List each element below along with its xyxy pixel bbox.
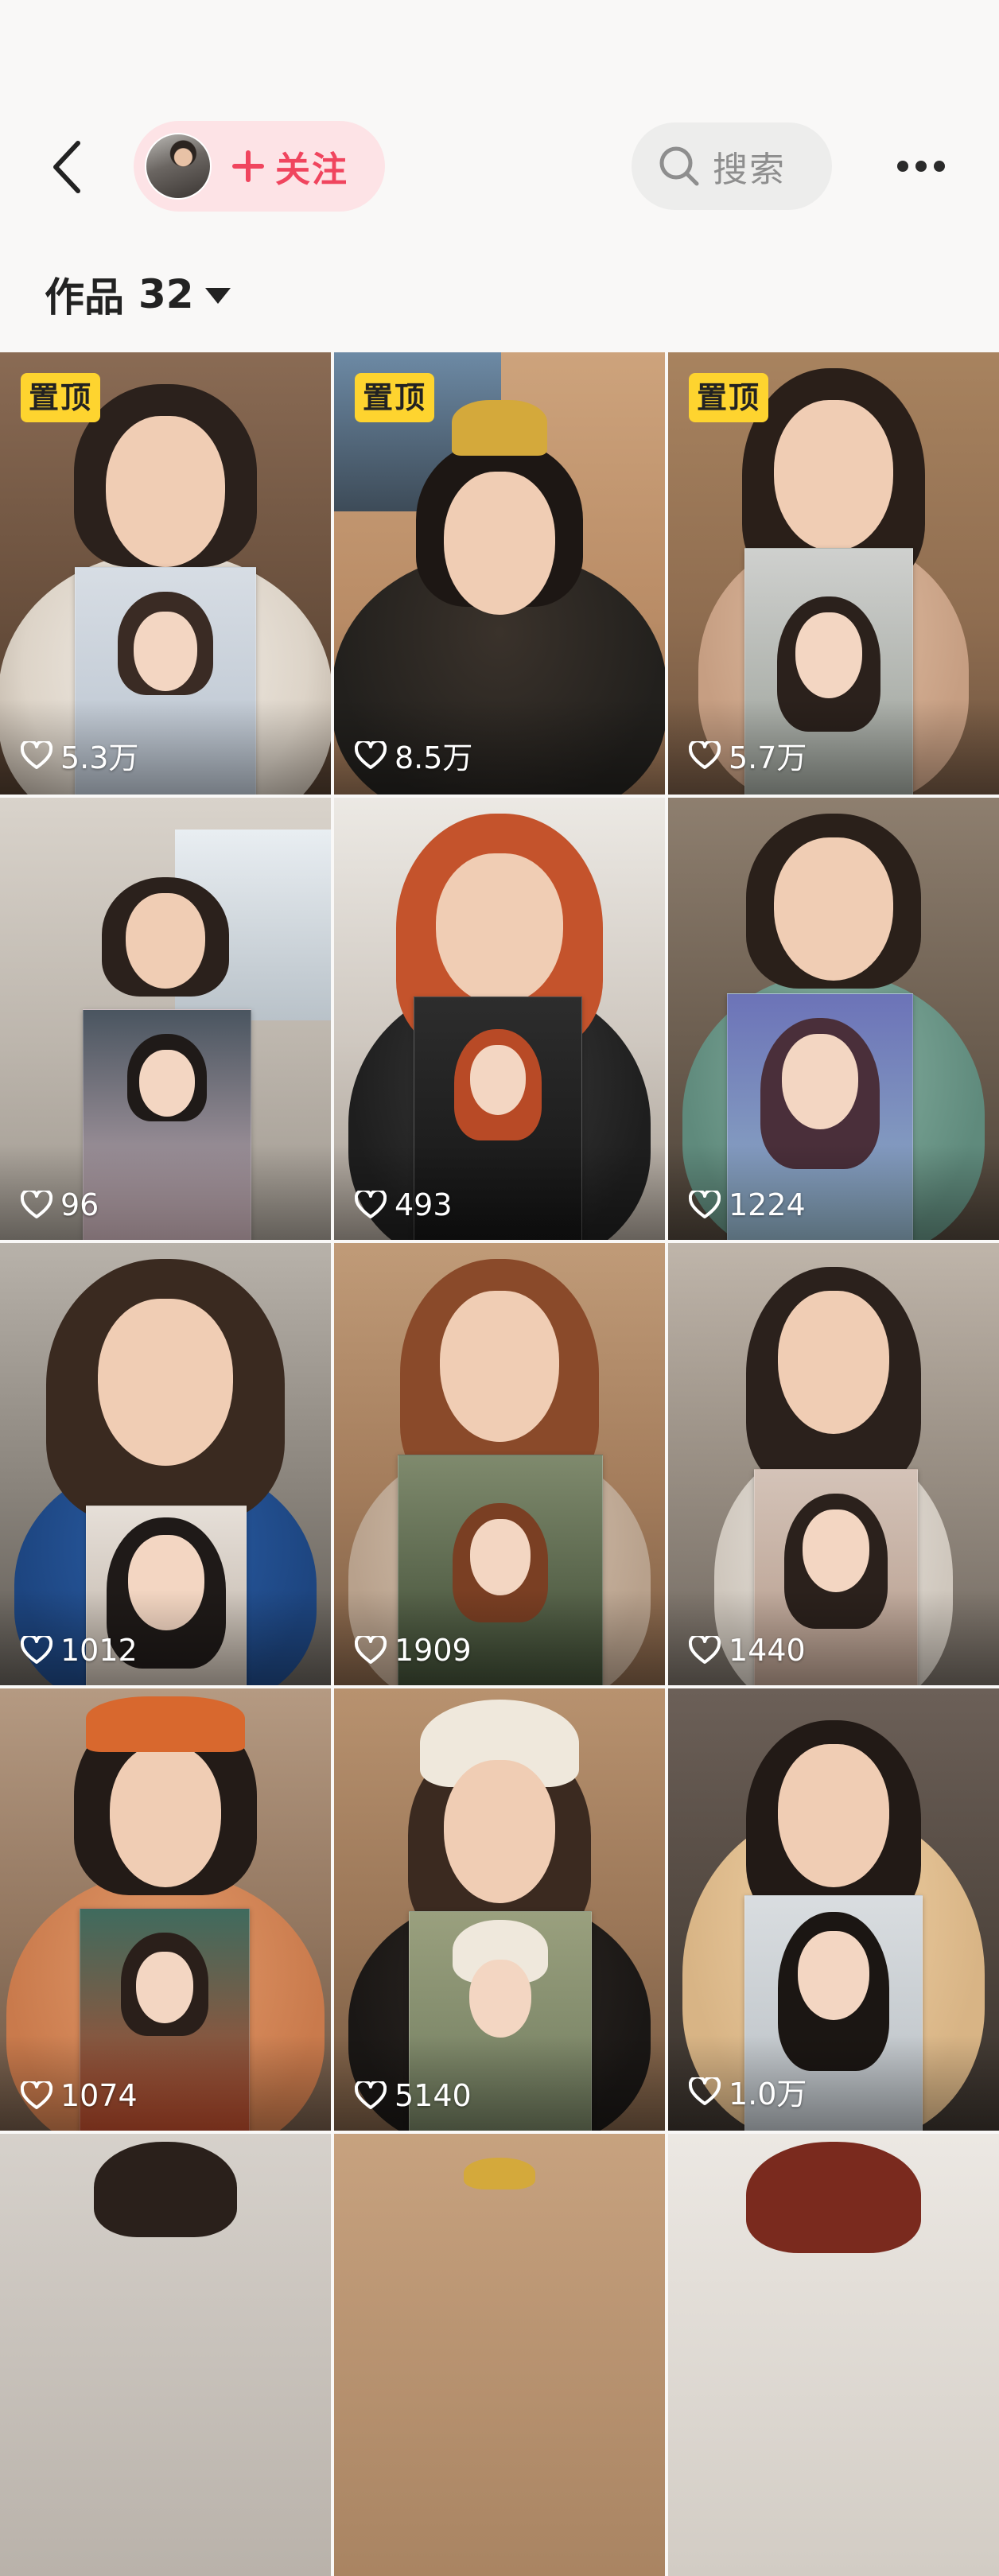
more-horizontal-icon [934,161,945,172]
video-tile[interactable]: 1909 [334,1243,665,1685]
avatar[interactable] [145,133,212,200]
chevron-left-icon [53,141,80,193]
search-icon [659,146,699,186]
like-count: 5.3万 [21,733,138,777]
like-count-label: 8.5万 [395,740,473,775]
like-count-label: 1440 [729,1633,806,1668]
like-count-label: 96 [60,1187,99,1222]
like-count: 1440 [689,1633,806,1668]
heart-outline-icon [689,2077,721,2105]
video-tile[interactable]: 1440 [668,1243,999,1685]
like-count-label: 1224 [729,1187,806,1222]
like-count-label: 493 [395,1187,453,1222]
like-count-label: 5.3万 [60,740,139,775]
video-tile[interactable]: 1.0万 [668,1688,999,2131]
search-label: 搜索 [713,150,786,190]
video-tile[interactable] [334,2134,665,2576]
works-count: 32 [138,271,194,317]
video-tile[interactable] [668,2134,999,2576]
like-count: 1224 [689,1187,806,1222]
like-count-label: 5140 [395,2078,472,2113]
like-count: 1.0万 [689,2069,807,2113]
pinned-badge: 置顶 [355,373,435,422]
video-tile[interactable]: 96 [0,798,331,1240]
heart-outline-icon [355,740,387,769]
more-horizontal-icon [897,161,908,172]
video-tile[interactable] [0,2134,331,2576]
heart-outline-icon [355,1191,387,1218]
video-grid: 置顶 5.3万 置顶 8.5万 置顶 5.7万 96 493 1224 1012… [0,352,999,2576]
like-count: 1909 [355,1633,472,1668]
pinned-badge: 置顶 [21,373,101,422]
heart-outline-icon [21,1636,52,1664]
like-count-label: 5.7万 [729,740,807,775]
video-tile[interactable]: 置顶 5.3万 [0,352,331,795]
heart-outline-icon [689,1191,721,1218]
like-count-label: 1074 [60,2078,138,2113]
like-count: 5.7万 [689,733,807,777]
like-count-label: 1909 [395,1633,472,1668]
heart-outline-icon [355,1636,387,1664]
heart-outline-icon [355,2081,387,2109]
back-button[interactable] [35,127,99,207]
video-tile[interactable]: 置顶 5.7万 [668,352,999,795]
pinned-badge: 置顶 [689,373,769,422]
follow-button[interactable]: 关注 [134,121,385,212]
heart-outline-icon [689,1636,721,1664]
video-tile[interactable]: 493 [334,798,665,1240]
like-count: 96 [21,1187,99,1222]
like-count-label: 1012 [60,1633,138,1668]
like-count: 493 [355,1187,453,1222]
like-count: 8.5万 [355,733,472,777]
video-tile[interactable]: 1012 [0,1243,331,1685]
more-horizontal-icon [915,161,927,172]
search-button[interactable]: 搜索 [632,122,832,210]
video-tile[interactable]: 1074 [0,1688,331,2131]
heart-outline-icon [689,740,721,769]
video-tile[interactable]: 1224 [668,798,999,1240]
like-count: 1012 [21,1633,138,1668]
works-filter-dropdown[interactable]: 作品 32 [45,262,231,326]
more-options-button[interactable] [883,138,959,194]
caret-down-icon [204,288,231,304]
works-label: 作品 [45,274,124,321]
plus-icon [232,150,264,182]
like-count: 1074 [21,2078,138,2113]
follow-label: 关注 [275,150,348,190]
video-tile[interactable]: 5140 [334,1688,665,2131]
profile-top-bar: 关注 搜索 作品 32 [0,0,999,350]
like-count-label: 1.0万 [729,2077,807,2112]
heart-outline-icon [21,1191,52,1218]
video-tile[interactable]: 置顶 8.5万 [334,352,665,795]
like-count: 5140 [355,2078,472,2113]
heart-outline-icon [21,2081,52,2109]
heart-outline-icon [21,740,52,769]
